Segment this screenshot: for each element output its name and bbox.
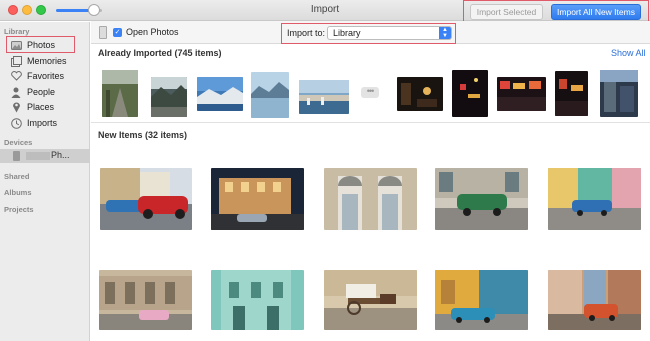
sidebar-item-memories[interactable]: Memories: [10, 54, 67, 68]
new-photo-thumbnail[interactable]: [324, 168, 417, 230]
imported-photo-thumbnail[interactable]: [555, 71, 588, 116]
open-photos-checkbox[interactable]: ✓: [113, 28, 122, 37]
sidebar-header-library: Library: [4, 27, 30, 36]
already-imported-title: Already Imported (745 items): [98, 48, 222, 58]
show-all-link[interactable]: Show All: [611, 48, 646, 58]
window-title: Import: [310, 4, 340, 15]
new-photo-thumbnail[interactable]: [435, 270, 528, 330]
imported-photo-thumbnail[interactable]: [151, 77, 187, 117]
imported-photo-thumbnail[interactable]: [397, 77, 443, 111]
chevron-up-down-icon: ▲ ▼: [439, 27, 451, 39]
imported-photo-thumbnail[interactable]: [497, 77, 546, 111]
sidebar-item-label: Places: [27, 102, 55, 112]
person-icon: [10, 86, 22, 98]
sidebar-item-label: People: [27, 87, 56, 97]
imported-photo-thumbnail[interactable]: [102, 70, 138, 117]
zoom-window-button[interactable]: [36, 5, 46, 15]
imported-photo-thumbnail[interactable]: [299, 80, 349, 114]
close-window-button[interactable]: [8, 5, 18, 15]
sidebar-item-label: Imports: [27, 118, 58, 128]
new-photo-thumbnail[interactable]: [211, 270, 304, 330]
sidebar-header-projects[interactable]: Projects: [4, 205, 34, 214]
new-photo-thumbnail[interactable]: [211, 168, 304, 230]
imported-photo-thumbnail[interactable]: [452, 70, 488, 117]
pin-icon: [10, 101, 22, 113]
sidebar-item-imports[interactable]: Imports: [10, 116, 57, 130]
import-to-value: Library: [333, 28, 361, 38]
sidebar-header-devices: Devices: [4, 138, 33, 147]
section-divider: [91, 122, 650, 123]
imported-photo-thumbnail[interactable]: [197, 77, 243, 111]
sidebar-item-people[interactable]: People: [10, 85, 55, 99]
new-photo-thumbnail[interactable]: [100, 168, 192, 230]
sidebar-item-device[interactable]: Ph...: [0, 149, 90, 163]
memories-icon: [10, 55, 22, 67]
new-photo-thumbnail[interactable]: [435, 168, 528, 230]
minimize-window-button[interactable]: [22, 5, 32, 15]
new-photo-thumbnail[interactable]: [548, 270, 641, 330]
phone-icon: [13, 151, 20, 161]
sidebar-item-label: Memories: [27, 56, 67, 66]
import-to-label: Import to:: [287, 28, 326, 38]
more-imported-button[interactable]: •••: [361, 87, 379, 98]
sidebar: Library Photos Memories Favorites People…: [0, 22, 90, 341]
new-photo-thumbnail[interactable]: [99, 270, 192, 330]
device-icon: [99, 26, 107, 39]
device-name-redacted: [26, 152, 50, 160]
clock-icon: [10, 117, 22, 129]
sidebar-item-places[interactable]: Places: [10, 100, 54, 114]
sidebar-item-favorites[interactable]: Favorites: [10, 69, 64, 83]
new-items-title: New Items (32 items): [98, 130, 188, 140]
new-photo-thumbnail[interactable]: [548, 168, 641, 230]
photos-highlight: [6, 36, 75, 53]
imported-photo-thumbnail[interactable]: [251, 72, 289, 118]
new-photo-thumbnail[interactable]: [324, 270, 417, 330]
sidebar-header-shared[interactable]: Shared: [4, 172, 29, 181]
sidebar-header-albums[interactable]: Albums: [4, 188, 32, 197]
import-to-select[interactable]: Library ▲ ▼: [327, 26, 452, 40]
open-photos-label: Open Photos: [126, 27, 179, 37]
device-label: Ph...: [51, 150, 70, 160]
thumbnail-size-knob[interactable]: [88, 4, 100, 16]
sidebar-item-label: Favorites: [27, 71, 65, 81]
imported-photo-thumbnail[interactable]: [600, 70, 638, 117]
heart-icon: [10, 70, 22, 82]
